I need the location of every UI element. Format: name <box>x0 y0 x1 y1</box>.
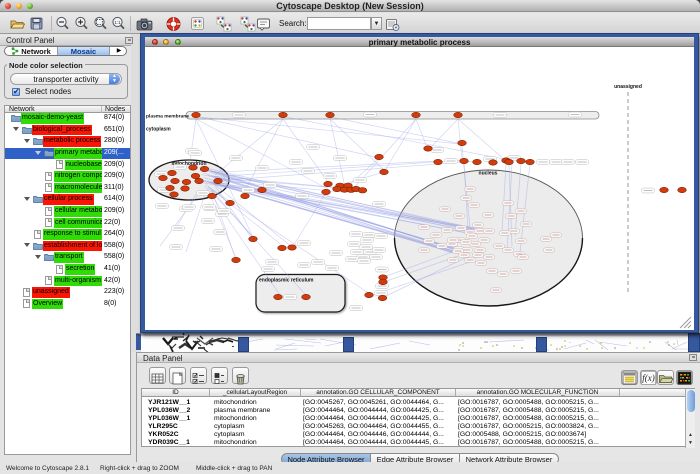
svg-text:nucleus: nucleus <box>479 171 498 177</box>
svg-text:1:1: 1:1 <box>114 20 121 25</box>
svg-text:plasma membrane: plasma membrane <box>146 114 189 120</box>
svg-text:cytoplasm: cytoplasm <box>146 127 171 133</box>
svg-text:endoplasmic reticulum: endoplasmic reticulum <box>259 278 314 284</box>
svg-text:f(x): f(x) <box>642 373 655 383</box>
svg-text:unassigned: unassigned <box>614 84 642 90</box>
